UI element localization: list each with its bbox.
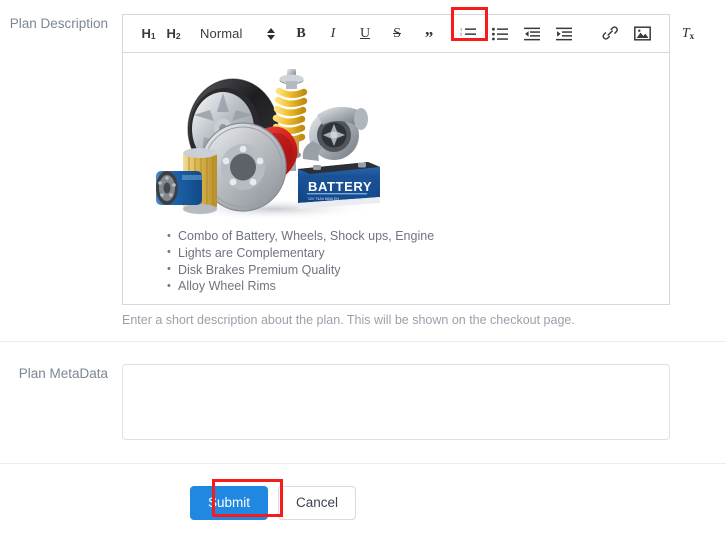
outdent-button[interactable]: [520, 21, 545, 47]
cancel-button[interactable]: Cancel: [278, 486, 357, 520]
heading-2-button[interactable]: H2: [161, 21, 186, 47]
ordered-list-button[interactable]: 123: [456, 21, 481, 47]
plan-description-label: Plan Description: [9, 16, 108, 31]
plan-form-page: { "form": { "description_row": { "label"…: [0, 0, 726, 549]
strikethrough-button[interactable]: S: [385, 21, 410, 47]
plan-metadata-field: [122, 364, 726, 440]
battery-label: BATTERY: [308, 179, 372, 194]
form-actions-row: Submit Cancel: [0, 464, 726, 520]
indent-button[interactable]: [552, 21, 577, 47]
bold-button[interactable]: B: [289, 21, 314, 47]
blockquote-button[interactable]: ”: [417, 25, 442, 51]
list-item: Disk Brakes Premium Quality: [167, 262, 659, 279]
plan-description-field: H1 H2 Normal B I U S ” 1 2 3 T x BATTERY…: [122, 14, 726, 328]
list-item: Combo of Battery, Wheels, Shock ups, Eng…: [167, 229, 659, 245]
chevron-down-icon: [266, 34, 275, 40]
chevron-updown-icon: [266, 27, 275, 40]
form-actions-field: Submit Cancel: [122, 486, 726, 520]
image-icon: [633, 26, 651, 41]
bullet-list-button[interactable]: [488, 21, 513, 47]
editor-toolbar: H1 H2 Normal B I U S ” 1 2 3 T x: [123, 15, 694, 53]
plan-metadata-textarea[interactable]: [122, 364, 670, 440]
heading-1-button[interactable]: H1: [136, 21, 161, 47]
plan-description-help-text: Enter a short description about the plan…: [122, 313, 575, 327]
insert-image-button[interactable]: [630, 21, 655, 47]
description-bullet-list: Combo of Battery, Wheels, Shock ups, Eng…: [133, 229, 659, 295]
link-button[interactable]: [598, 21, 623, 47]
submit-button[interactable]: Submit: [190, 486, 269, 520]
bullet-list-icon: [492, 27, 508, 41]
font-size-select[interactable]: Normal: [200, 21, 275, 47]
ordered-list-icon: 123: [460, 27, 476, 41]
underline-button[interactable]: U: [353, 21, 378, 47]
auto-parts-image[interactable]: BATTERY 12V 74Ah 680A EN: [155, 63, 387, 223]
list-item: Alloy Wheel Rims: [167, 279, 659, 295]
indent-icon: [556, 27, 572, 41]
outdent-icon: [524, 27, 540, 41]
editor-content-area[interactable]: BATTERY 12V 74Ah 680A EN • Combo of Batt…: [123, 53, 669, 304]
car-battery: BATTERY 12V 74Ah 680A EN: [298, 162, 380, 209]
link-icon: [602, 26, 619, 41]
list-item: Lights are Complementary: [167, 245, 659, 262]
svg-text:3: 3: [460, 36, 463, 41]
form-actions: Submit Cancel: [122, 486, 726, 520]
italic-button[interactable]: I: [321, 21, 346, 47]
rich-text-editor[interactable]: H1 H2 Normal B I U S ” 1 2 3 T x BATTERY…: [122, 14, 694, 305]
auto-parts-illustration: BATTERY 12V 74Ah 680A EN: [155, 63, 387, 223]
chevron-up-icon: [266, 27, 275, 33]
clear-formatting-button[interactable]: Tx: [676, 21, 701, 47]
oil-filter-canister: [156, 171, 202, 205]
plan-metadata-label: Plan MetaData: [18, 366, 108, 381]
plan-metadata-row: Plan MetaData: [0, 342, 726, 440]
plan-description-row: Plan Description H1 H2 Normal B I U S ” …: [0, 0, 726, 328]
font-size-value: Normal: [200, 26, 243, 41]
